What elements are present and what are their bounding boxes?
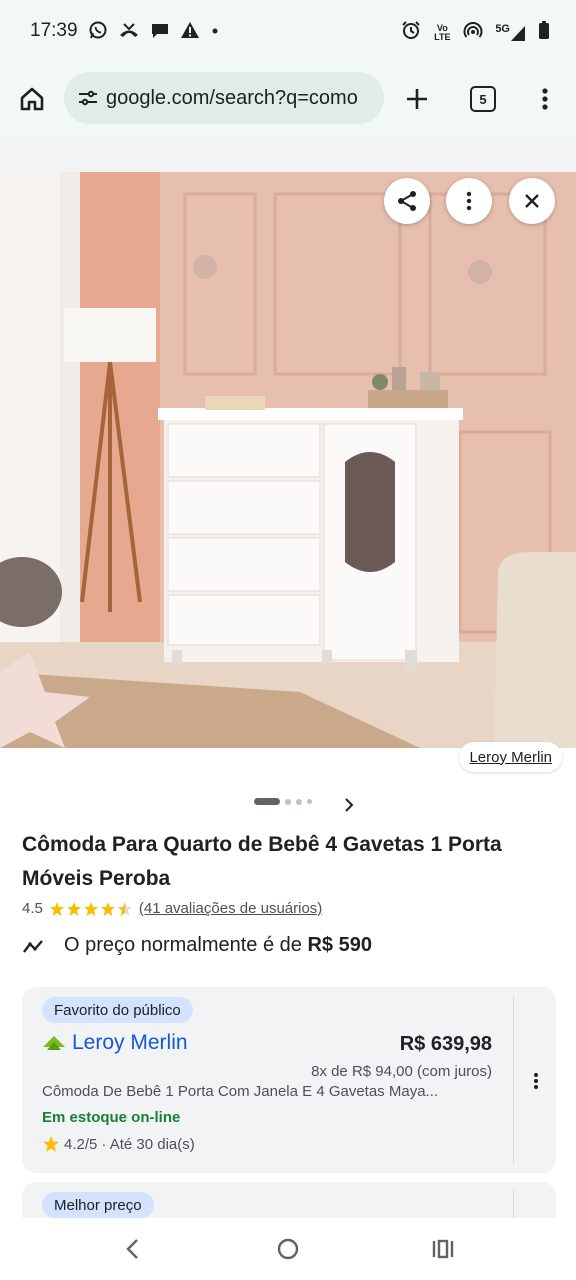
offer-card[interactable]: Favorito do público Leroy Merlin R$ 639,… — [22, 987, 556, 1173]
home-button[interactable] — [16, 83, 48, 115]
typical-price-text: O preço normalmente é de R$ 590 — [64, 934, 372, 957]
more-vert-icon — [542, 88, 548, 110]
status-bar: 17:39 Vo LTE 5G — [0, 0, 576, 62]
5g-signal-icon: 5G — [495, 23, 526, 43]
plus-icon — [407, 89, 427, 109]
stock-status: Em estoque on-line — [42, 1109, 181, 1126]
star-icon — [49, 901, 64, 916]
network-label: 5G — [495, 22, 510, 35]
offer-badge: Favorito do público — [42, 997, 193, 1023]
tab-count: 5 — [479, 91, 487, 107]
back-button[interactable] — [118, 1234, 148, 1264]
half-star-icon — [117, 901, 132, 916]
pager-dot-active — [254, 798, 280, 805]
seller-rating: 4.2/5 · Até 30 dia(s) — [42, 1135, 195, 1153]
typical-price: O preço normalmente é de R$ 590 — [22, 934, 372, 957]
pager-dot — [285, 798, 291, 805]
merchant[interactable]: Leroy Merlin — [42, 1031, 188, 1055]
product-rating: 4.5 (41 avaliações de usuários) — [22, 900, 322, 917]
delivery-time: · Até 30 dia(s) — [101, 1135, 195, 1153]
close-button[interactable] — [509, 178, 555, 224]
leroy-merlin-logo-icon — [43, 1036, 65, 1050]
address-bar[interactable]: google.com/search?q=como — [64, 72, 384, 124]
new-tab-button[interactable] — [402, 84, 432, 114]
close-icon — [525, 194, 539, 208]
browser-toolbar: google.com/search?q=como 5 — [0, 62, 576, 136]
warning-icon — [180, 20, 200, 40]
image-source-link[interactable]: Leroy Merlin — [459, 742, 562, 772]
home-circle-icon — [277, 1238, 299, 1260]
volte-label: Vo LTE — [434, 22, 451, 42]
recents-icon — [432, 1239, 454, 1259]
image-menu-button[interactable] — [446, 178, 492, 224]
star-icon — [83, 901, 98, 916]
volte-icon: Vo LTE — [433, 22, 451, 42]
tab-switcher-button[interactable]: 5 — [470, 86, 496, 112]
back-icon — [126, 1239, 138, 1259]
rating-stars — [49, 901, 133, 917]
chevron-right-icon — [345, 798, 354, 812]
typical-price-label: O preço normalmente é de — [64, 934, 302, 956]
alarm-icon — [401, 20, 421, 45]
product-title: Cômoda Para Quarto de Bebê 4 Gavetas 1 P… — [22, 833, 502, 890]
price-trend-icon — [23, 939, 43, 953]
dot-icon — [210, 20, 220, 40]
battery-icon — [538, 20, 550, 45]
typical-price-value: R$ 590 — [307, 934, 372, 956]
site-settings-icon — [79, 90, 97, 106]
hotspot-icon — [463, 20, 483, 45]
rating-value: 4.5 — [22, 900, 43, 917]
more-vert-icon — [534, 1073, 538, 1089]
url-text: google.com/search?q=como — [106, 86, 358, 109]
star-icon — [43, 1136, 59, 1152]
more-vert-icon — [466, 191, 472, 211]
card-divider — [513, 995, 514, 1165]
missed-call-icon — [118, 20, 140, 40]
recents-button[interactable] — [428, 1234, 458, 1264]
product-image[interactable] — [0, 172, 576, 748]
pager-dot — [307, 799, 312, 804]
share-button[interactable] — [384, 178, 430, 224]
next-image-button[interactable] — [343, 797, 355, 818]
browser-menu-button[interactable] — [530, 84, 560, 114]
system-nav-bar — [0, 1218, 576, 1280]
merchant-name[interactable]: Leroy Merlin — [72, 1031, 188, 1055]
chat-icon — [150, 20, 170, 40]
offer-price: R$ 639,98 — [399, 1033, 492, 1055]
seller-rating-value: 4.2/5 — [64, 1135, 98, 1153]
notification-icons — [88, 20, 220, 40]
image-pager — [254, 798, 312, 805]
offer-menu-button[interactable] — [526, 1069, 546, 1093]
offer-installments: 8x de R$ 94,00 (com juros) — [311, 1063, 492, 1080]
product-photo — [0, 172, 576, 748]
whatsapp-icon — [88, 20, 108, 40]
reviews-link[interactable]: (41 avaliações de usuários) — [139, 900, 322, 917]
home-nav-button[interactable] — [273, 1234, 303, 1264]
star-icon — [66, 901, 81, 916]
share-icon — [398, 191, 416, 211]
system-icons: Vo LTE 5G — [401, 20, 550, 45]
home-icon — [20, 87, 44, 111]
pager-dot — [296, 798, 302, 805]
offer-badge: Melhor preço — [42, 1192, 154, 1218]
star-icon — [100, 901, 115, 916]
results-strip — [0, 136, 576, 172]
offer-description: Cômoda De Bebê 1 Porta Com Janela E 4 Ga… — [42, 1083, 439, 1100]
status-time: 17:39 — [30, 20, 78, 41]
